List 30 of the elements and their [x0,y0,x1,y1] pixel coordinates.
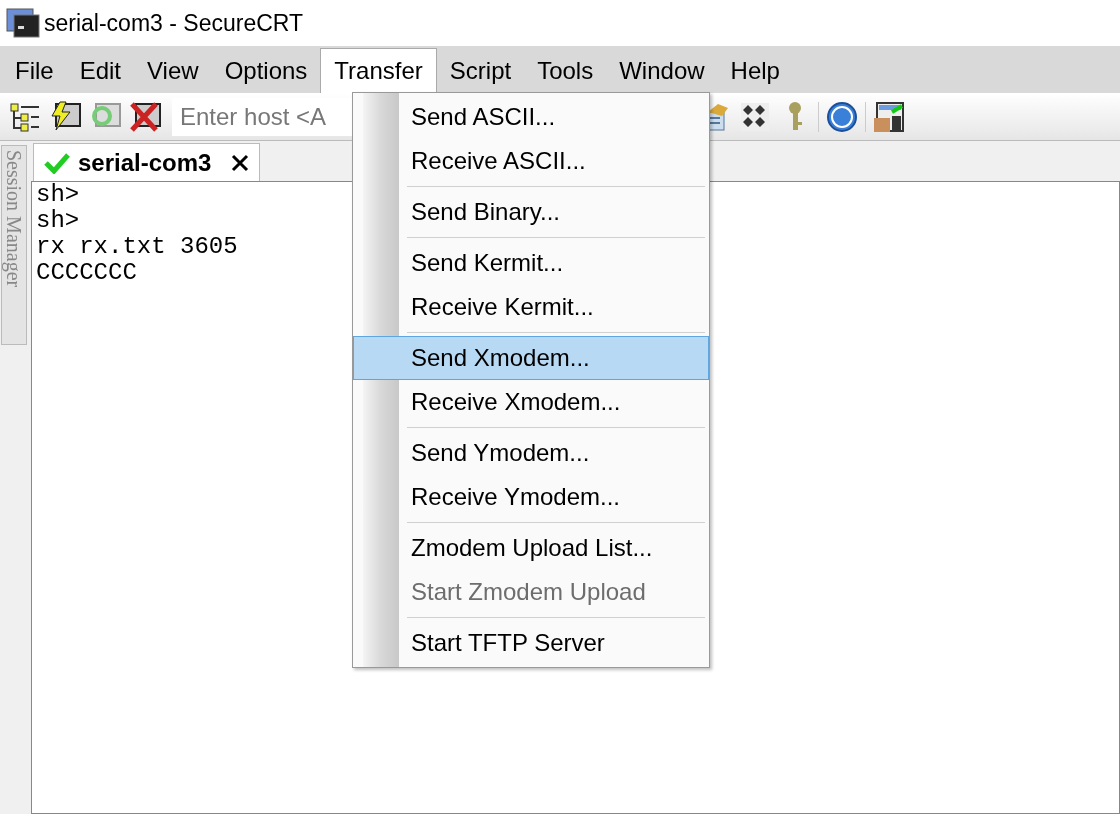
menu-option[interactable]: Receive Kermit... [353,285,709,329]
menu-item[interactable]: View [134,48,212,93]
menu-option[interactable]: Receive Ymodem... [353,475,709,519]
close-icon[interactable] [231,153,250,172]
menu-item[interactable]: Script [436,48,525,93]
window-title: serial-com3 - SecureCRT [44,8,304,38]
menu-option[interactable]: Send Binary... [353,190,709,234]
menu-option[interactable]: Zmodem Upload List... [353,526,709,570]
menu-item[interactable]: Edit [66,48,135,93]
session-tab[interactable]: serial-com3 [33,143,261,181]
menu-item[interactable]: Options [211,48,321,93]
menu-item[interactable]: Help [717,48,793,93]
terminal-line: rx rx.txt 3605 [36,234,238,260]
help-icon[interactable] [825,99,859,134]
menu-item[interactable]: Transfer [320,48,437,93]
menu-option[interactable]: Send Ymodem... [353,431,709,475]
menu-item[interactable]: Tools [524,48,607,93]
menu-option[interactable]: Receive Xmodem... [353,380,709,424]
app-icon [6,8,40,38]
menu-item[interactable]: File [2,48,67,93]
terminal-line: CCCCCCC [36,260,137,286]
terminal-line: sh> [36,208,80,234]
menu-option[interactable]: Receive ASCII... [353,139,709,183]
menu-option[interactable]: Send ASCII... [353,95,709,139]
sftp-icon[interactable] [872,99,906,134]
menu-option[interactable]: Start TFTP Server [353,621,709,665]
menu-option[interactable]: Send Xmodem... [353,336,709,380]
terminal-line: sh> [36,182,80,208]
menu-option[interactable]: Send Kermit... [353,241,709,285]
menu-item[interactable]: Window [606,48,718,93]
